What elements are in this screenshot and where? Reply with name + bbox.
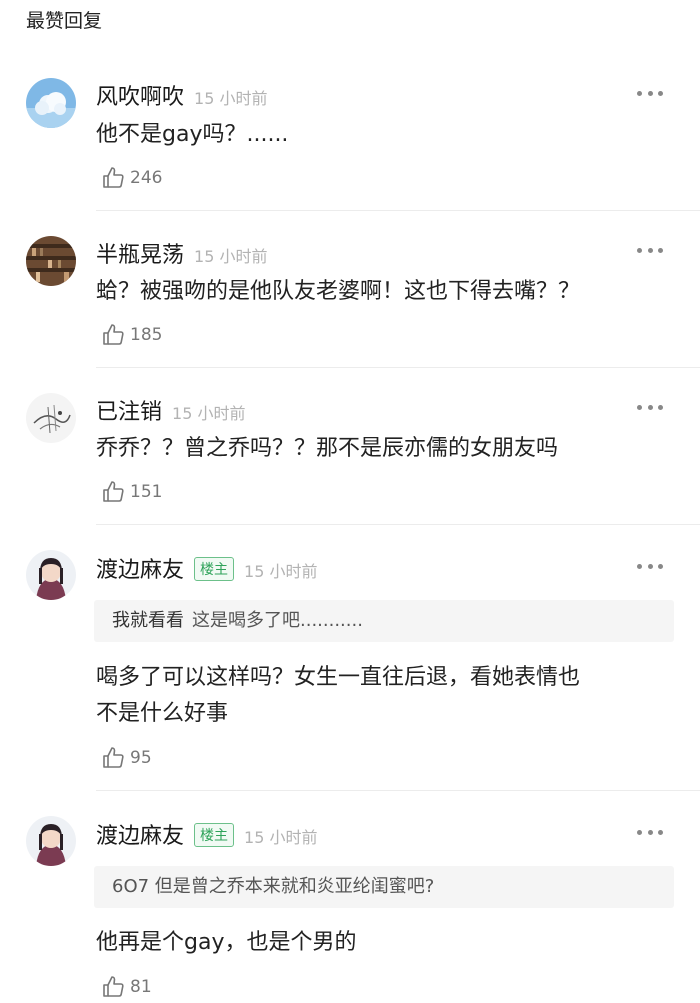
like-count: 151 — [130, 482, 163, 502]
more-options-icon[interactable] — [637, 248, 663, 254]
avatar[interactable] — [26, 816, 76, 866]
comment-text: 蛤？被强吻的是他队友老婆啊！这也下得去嘴？？ — [96, 279, 581, 304]
owner-badge: 楼主 — [194, 557, 235, 581]
like-button[interactable]: 81 — [102, 975, 152, 999]
timestamp: 15 小时前 — [244, 828, 318, 847]
divider — [96, 524, 700, 525]
username-text[interactable]: 渡边麻友 — [96, 558, 184, 583]
thumbs-up-icon — [103, 747, 124, 768]
more-options-icon[interactable] — [637, 830, 663, 836]
more-options-icon[interactable] — [637, 564, 663, 570]
like-button[interactable]: 246 — [102, 166, 162, 190]
username-text[interactable]: 半瓶晃荡 — [96, 243, 184, 268]
username[interactable]: 已注销 15 小时前 — [96, 394, 245, 426]
avatar[interactable] — [26, 550, 76, 600]
timestamp: 15 小时前 — [194, 247, 268, 266]
owner-badge: 楼主 — [194, 823, 235, 847]
like-button[interactable]: 95 — [102, 746, 152, 770]
username[interactable]: 半瓶晃荡 15 小时前 — [96, 237, 267, 269]
comment-text: 他再是个gay，也是个男的 — [96, 930, 357, 955]
timestamp: 15 小时前 — [172, 404, 246, 423]
avatar[interactable] — [26, 393, 76, 443]
divider — [96, 367, 700, 368]
quoted-text: 这是喝多了吧........... — [192, 610, 363, 631]
thumbs-up-icon — [103, 976, 124, 997]
avatar[interactable] — [26, 236, 76, 286]
comment-text-line: 不是什么好事 — [96, 701, 229, 726]
username[interactable]: 渡边麻友 楼主 15 小时前 — [96, 552, 317, 584]
comment-text-line: 喝多了可以这样吗？女生一直往后退，看她表情也 — [96, 665, 581, 690]
timestamp: 15 小时前 — [194, 89, 268, 108]
like-count: 95 — [130, 748, 152, 768]
username-text[interactable]: 风吹啊吹 — [96, 85, 184, 110]
divider — [96, 790, 700, 791]
more-options-icon[interactable] — [637, 405, 663, 411]
quoted-reply[interactable]: 6O7 但是曾之乔本来就和炎亚纶闺蜜吧? — [94, 866, 674, 908]
more-options-icon[interactable] — [637, 91, 663, 97]
comment-text: 他不是gay吗？...... — [96, 122, 289, 147]
like-button[interactable]: 151 — [102, 480, 162, 504]
comment-text: 乔乔？？曾之乔吗？？那不是辰亦儒的女朋友吗 — [96, 436, 559, 461]
quoted-reply[interactable]: 我就看看 这是喝多了吧........... — [94, 600, 674, 642]
username[interactable]: 风吹啊吹 15 小时前 — [96, 79, 267, 111]
avatar[interactable] — [26, 78, 76, 128]
thumbs-up-icon — [103, 481, 124, 502]
like-button[interactable]: 185 — [102, 323, 162, 347]
username-text[interactable]: 渡边麻友 — [96, 824, 184, 849]
like-count: 185 — [130, 325, 163, 345]
divider — [96, 210, 700, 211]
timestamp: 15 小时前 — [244, 562, 318, 581]
quoted-text: 6O7 但是曾之乔本来就和炎亚纶闺蜜吧? — [112, 876, 435, 897]
username-text[interactable]: 已注销 — [96, 400, 162, 425]
quoted-username[interactable]: 我就看看 — [112, 610, 184, 631]
like-count: 246 — [130, 168, 163, 188]
like-count: 81 — [130, 977, 152, 997]
section-title: 最赞回复 — [26, 10, 103, 32]
thumbs-up-icon — [103, 167, 124, 188]
username[interactable]: 渡边麻友 楼主 15 小时前 — [96, 818, 317, 850]
thumbs-up-icon — [103, 324, 124, 345]
